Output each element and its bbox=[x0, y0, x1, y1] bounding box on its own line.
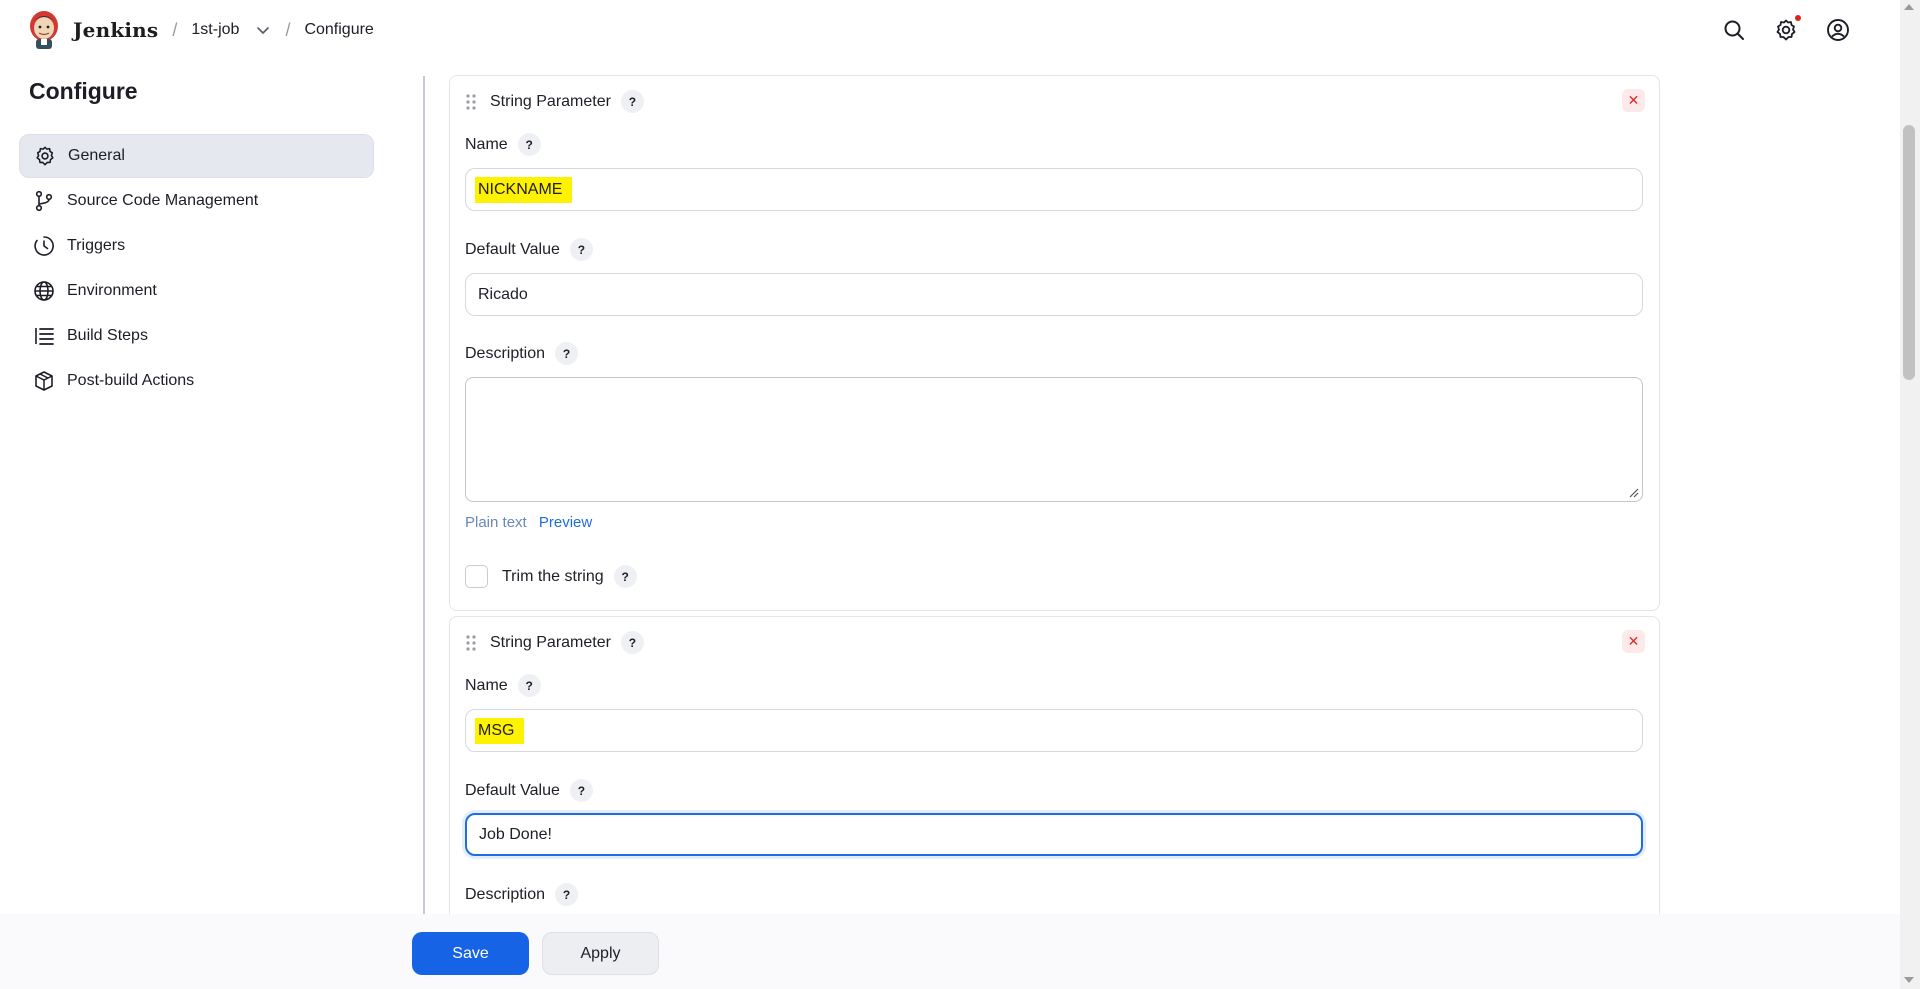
delete-parameter-button[interactable]: ✕ bbox=[1622, 630, 1645, 653]
sidebar-item-build-steps[interactable]: Build Steps bbox=[19, 314, 374, 358]
section-divider bbox=[423, 76, 425, 914]
list-icon bbox=[33, 325, 55, 347]
scrollbar-thumb[interactable] bbox=[1903, 125, 1915, 380]
name-value: NICKNAME bbox=[475, 176, 573, 203]
default-value-input[interactable]: Ricado bbox=[465, 273, 1643, 316]
jenkins-logo-icon bbox=[30, 11, 58, 49]
breadcrumb-separator: / bbox=[172, 19, 178, 40]
gear-icon bbox=[34, 145, 56, 167]
string-parameter-card: String Parameter ? ✕ Name ? MSG Default … bbox=[449, 616, 1660, 916]
help-icon[interactable]: ? bbox=[620, 631, 644, 654]
sidebar-item-label: Source Code Management bbox=[67, 192, 259, 209]
trim-string-checkbox[interactable] bbox=[465, 565, 488, 588]
clock-icon bbox=[33, 235, 55, 257]
name-label: Name bbox=[465, 135, 508, 153]
name-value: MSG bbox=[475, 717, 525, 744]
help-icon[interactable]: ? bbox=[613, 565, 637, 588]
name-input[interactable]: NICKNAME bbox=[465, 168, 1643, 211]
help-icon[interactable]: ? bbox=[555, 342, 579, 365]
card-title: String Parameter bbox=[490, 92, 611, 110]
apply-button[interactable]: Apply bbox=[542, 932, 659, 975]
description-textarea[interactable] bbox=[465, 377, 1643, 502]
string-parameter-card: String Parameter ? ✕ Name ? NICKNAME Def… bbox=[449, 75, 1660, 611]
card-title: String Parameter bbox=[490, 633, 611, 651]
help-icon[interactable]: ? bbox=[517, 133, 541, 156]
breadcrumb-job[interactable]: 1st-job bbox=[191, 21, 239, 39]
default-value-label: Default Value bbox=[465, 781, 560, 799]
sidebar-item-label: Triggers bbox=[67, 237, 126, 254]
settings-icon bbox=[1776, 19, 1796, 41]
plain-text-link[interactable]: Plain text bbox=[465, 514, 527, 531]
brand-name: Jenkins bbox=[73, 18, 159, 42]
sidebar-item-environment[interactable]: Environment bbox=[19, 269, 374, 313]
default-value-input[interactable]: Job Done! bbox=[465, 813, 1643, 856]
trim-string-label: Trim the string bbox=[502, 567, 604, 585]
page-title: Configure bbox=[29, 78, 138, 104]
help-icon[interactable]: ? bbox=[517, 674, 541, 697]
drag-handle-icon[interactable] bbox=[465, 634, 477, 652]
delete-parameter-button[interactable]: ✕ bbox=[1622, 89, 1645, 112]
sidebar-item-source-code-management[interactable]: Source Code Management bbox=[19, 179, 374, 223]
notification-dot bbox=[1795, 15, 1801, 21]
help-icon[interactable]: ? bbox=[569, 779, 593, 802]
help-icon[interactable]: ? bbox=[569, 238, 593, 261]
globe-icon bbox=[33, 280, 55, 302]
resize-handle-icon[interactable] bbox=[1629, 488, 1639, 498]
default-value: Job Done! bbox=[479, 825, 552, 843]
sidebar-item-triggers[interactable]: Triggers bbox=[19, 224, 374, 268]
sidebar-item-label: General bbox=[68, 147, 125, 164]
manage-jenkins-button[interactable] bbox=[1773, 14, 1801, 46]
sidebar-item-post-build-actions[interactable]: Post-build Actions bbox=[19, 359, 374, 403]
help-icon[interactable]: ? bbox=[620, 90, 644, 113]
sidebar-item-label: Environment bbox=[67, 282, 157, 299]
name-input[interactable]: MSG bbox=[465, 709, 1643, 752]
scroll-up-arrow-icon[interactable] bbox=[1904, 4, 1914, 10]
scroll-down-arrow-icon[interactable] bbox=[1904, 977, 1914, 983]
default-value-label: Default Value bbox=[465, 240, 560, 258]
bottom-action-bar bbox=[0, 914, 1900, 989]
user-account-button[interactable] bbox=[1825, 14, 1851, 46]
search-icon bbox=[1724, 20, 1744, 40]
chevron-down-icon[interactable] bbox=[255, 22, 271, 38]
breadcrumb-separator: / bbox=[285, 19, 291, 40]
save-button[interactable]: Save bbox=[412, 932, 529, 975]
sidebar-item-label: Post-build Actions bbox=[67, 372, 195, 389]
top-bar: Jenkins / 1st-job / Configure bbox=[0, 0, 1920, 60]
config-sections-nav: General Source Code Management Triggers bbox=[19, 134, 374, 404]
branch-icon bbox=[33, 190, 55, 212]
preview-link[interactable]: Preview bbox=[539, 514, 592, 531]
description-label: Description bbox=[465, 344, 546, 362]
breadcrumb-configure[interactable]: Configure bbox=[304, 21, 373, 39]
box-icon bbox=[33, 370, 55, 392]
default-value: Ricado bbox=[478, 285, 528, 303]
sidebar-item-general[interactable]: General bbox=[19, 134, 374, 178]
drag-handle-icon[interactable] bbox=[465, 93, 477, 111]
jenkins-home-link[interactable]: Jenkins bbox=[27, 9, 158, 51]
search-button[interactable] bbox=[1721, 14, 1747, 46]
user-icon bbox=[1827, 19, 1849, 41]
description-label: Description bbox=[465, 885, 546, 903]
sidebar-item-label: Build Steps bbox=[67, 327, 148, 344]
name-label: Name bbox=[465, 676, 508, 694]
help-icon[interactable]: ? bbox=[555, 883, 579, 906]
